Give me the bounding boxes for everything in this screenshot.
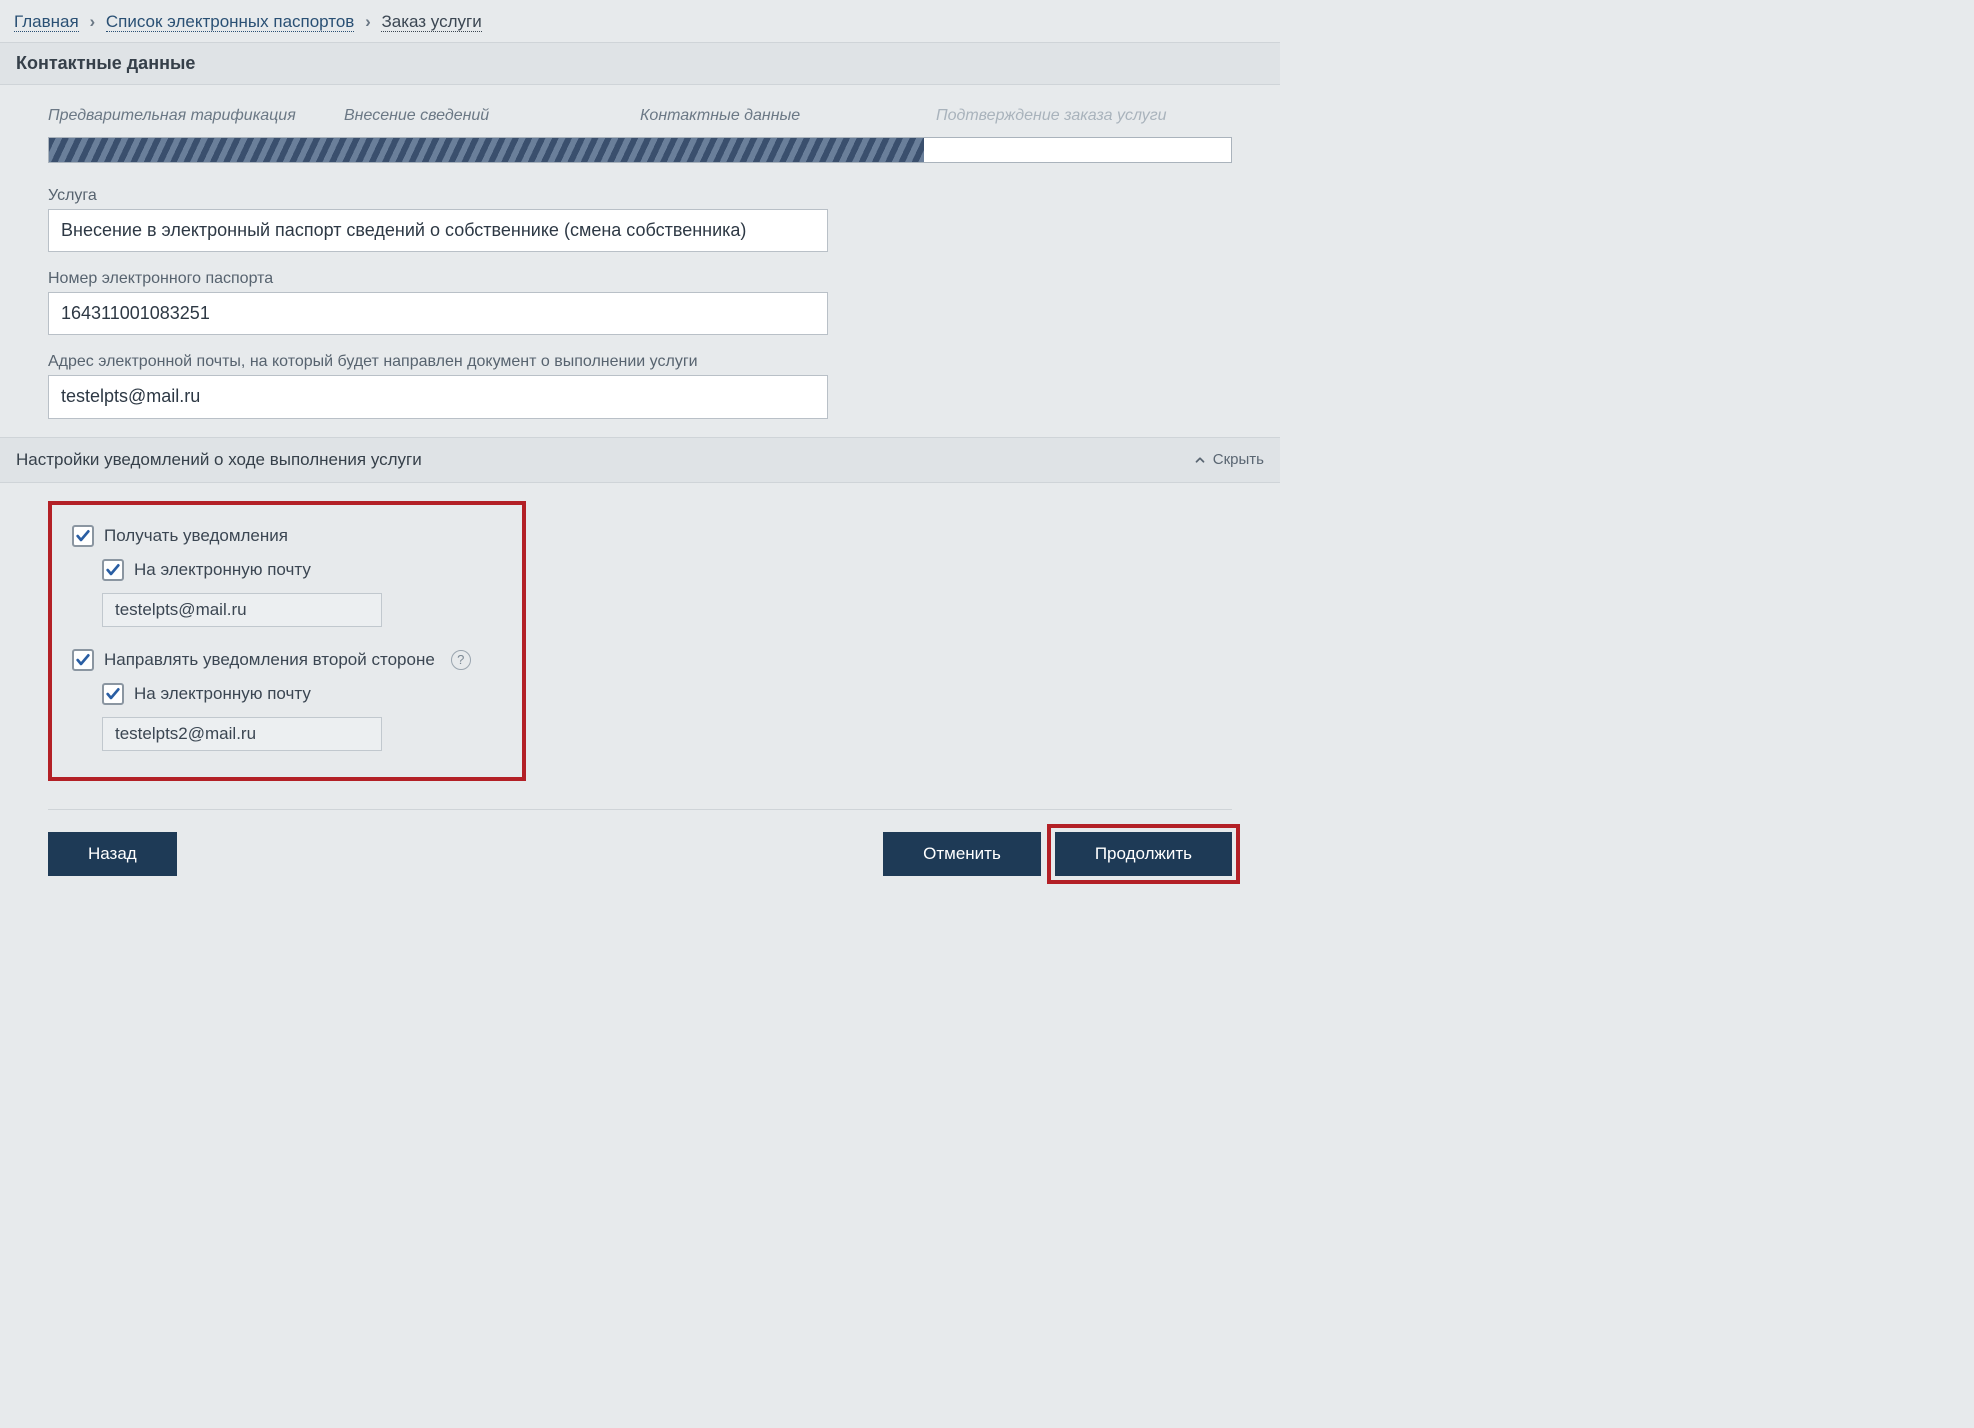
email1-checkbox[interactable] xyxy=(102,559,124,581)
notification-email1-input[interactable]: testelpts@mail.ru xyxy=(102,593,382,627)
field-email: Адрес электронной почты, на который буде… xyxy=(48,353,1232,418)
notifications-settings-highlighted: Получать уведомления На электронную почт… xyxy=(48,501,526,781)
receive-notifications-checkbox[interactable] xyxy=(72,525,94,547)
continue-button[interactable]: Продолжить xyxy=(1055,832,1232,876)
breadcrumb: Главная › Список электронных паспортов ›… xyxy=(0,0,1280,43)
receive-notifications-label: Получать уведомления xyxy=(104,526,288,546)
spacer xyxy=(191,832,869,876)
notifications-header: Настройки уведомлений о ходе выполнения … xyxy=(0,437,1280,483)
passport-value: 164311001083251 xyxy=(48,292,828,335)
cancel-button[interactable]: Отменить xyxy=(883,832,1041,876)
wizard-step-3: Контактные данные xyxy=(640,107,936,125)
email2-row: На электронную почту xyxy=(102,683,502,705)
chevron-up-icon xyxy=(1193,453,1207,467)
service-value: Внесение в электронный паспорт сведений … xyxy=(48,209,828,252)
checkmark-icon xyxy=(75,528,91,544)
breadcrumb-home[interactable]: Главная xyxy=(14,12,79,32)
section-title: Контактные данные xyxy=(0,43,1280,85)
back-button[interactable]: Назад xyxy=(48,832,177,876)
progress-bar xyxy=(48,137,1232,163)
receive-notifications-row: Получать уведомления xyxy=(72,525,502,547)
chevron-right-icon: › xyxy=(365,12,371,31)
email1-label: На электронную почту xyxy=(134,560,311,580)
email-label: Адрес электронной почты, на который буде… xyxy=(48,353,1232,371)
breadcrumb-current: Заказ услуги xyxy=(381,12,481,32)
wizard-steps: Предварительная тарификация Внесение све… xyxy=(36,85,1244,137)
checkmark-icon xyxy=(105,686,121,702)
wizard-step-1: Предварительная тарификация xyxy=(48,107,344,125)
collapse-label: Скрыть xyxy=(1213,451,1264,468)
collapse-toggle[interactable]: Скрыть xyxy=(1193,451,1264,468)
notifications-title: Настройки уведомлений о ходе выполнения … xyxy=(16,450,422,470)
send-other-label: Направлять уведомления второй стороне xyxy=(104,650,435,670)
service-label: Услуга xyxy=(48,187,1232,205)
email-value[interactable]: testelpts@mail.ru xyxy=(48,375,828,418)
progress-fill xyxy=(49,138,924,162)
content: Предварительная тарификация Внесение све… xyxy=(0,85,1280,924)
chevron-right-icon: › xyxy=(89,12,95,31)
email1-row: На электронную почту xyxy=(102,559,502,581)
page-root: Главная › Список электронных паспортов ›… xyxy=(0,0,1280,924)
wizard-step-2: Внесение сведений xyxy=(344,107,640,125)
field-passport: Номер электронного паспорта 164311001083… xyxy=(48,270,1232,335)
send-other-checkbox[interactable] xyxy=(72,649,94,671)
email2-checkbox[interactable] xyxy=(102,683,124,705)
field-service: Услуга Внесение в электронный паспорт св… xyxy=(48,187,1232,252)
checkmark-icon xyxy=(75,652,91,668)
email2-label: На электронную почту xyxy=(134,684,311,704)
checkmark-icon xyxy=(105,562,121,578)
action-bar: Назад Отменить Продолжить xyxy=(48,809,1232,904)
notification-email2-input[interactable]: testelpts2@mail.ru xyxy=(102,717,382,751)
passport-label: Номер электронного паспорта xyxy=(48,270,1232,288)
wizard-step-4: Подтверждение заказа услуги xyxy=(936,107,1232,125)
help-icon[interactable]: ? xyxy=(451,650,471,670)
breadcrumb-list[interactable]: Список электронных паспортов xyxy=(106,12,354,32)
send-other-row: Направлять уведомления второй стороне ? xyxy=(72,649,502,671)
